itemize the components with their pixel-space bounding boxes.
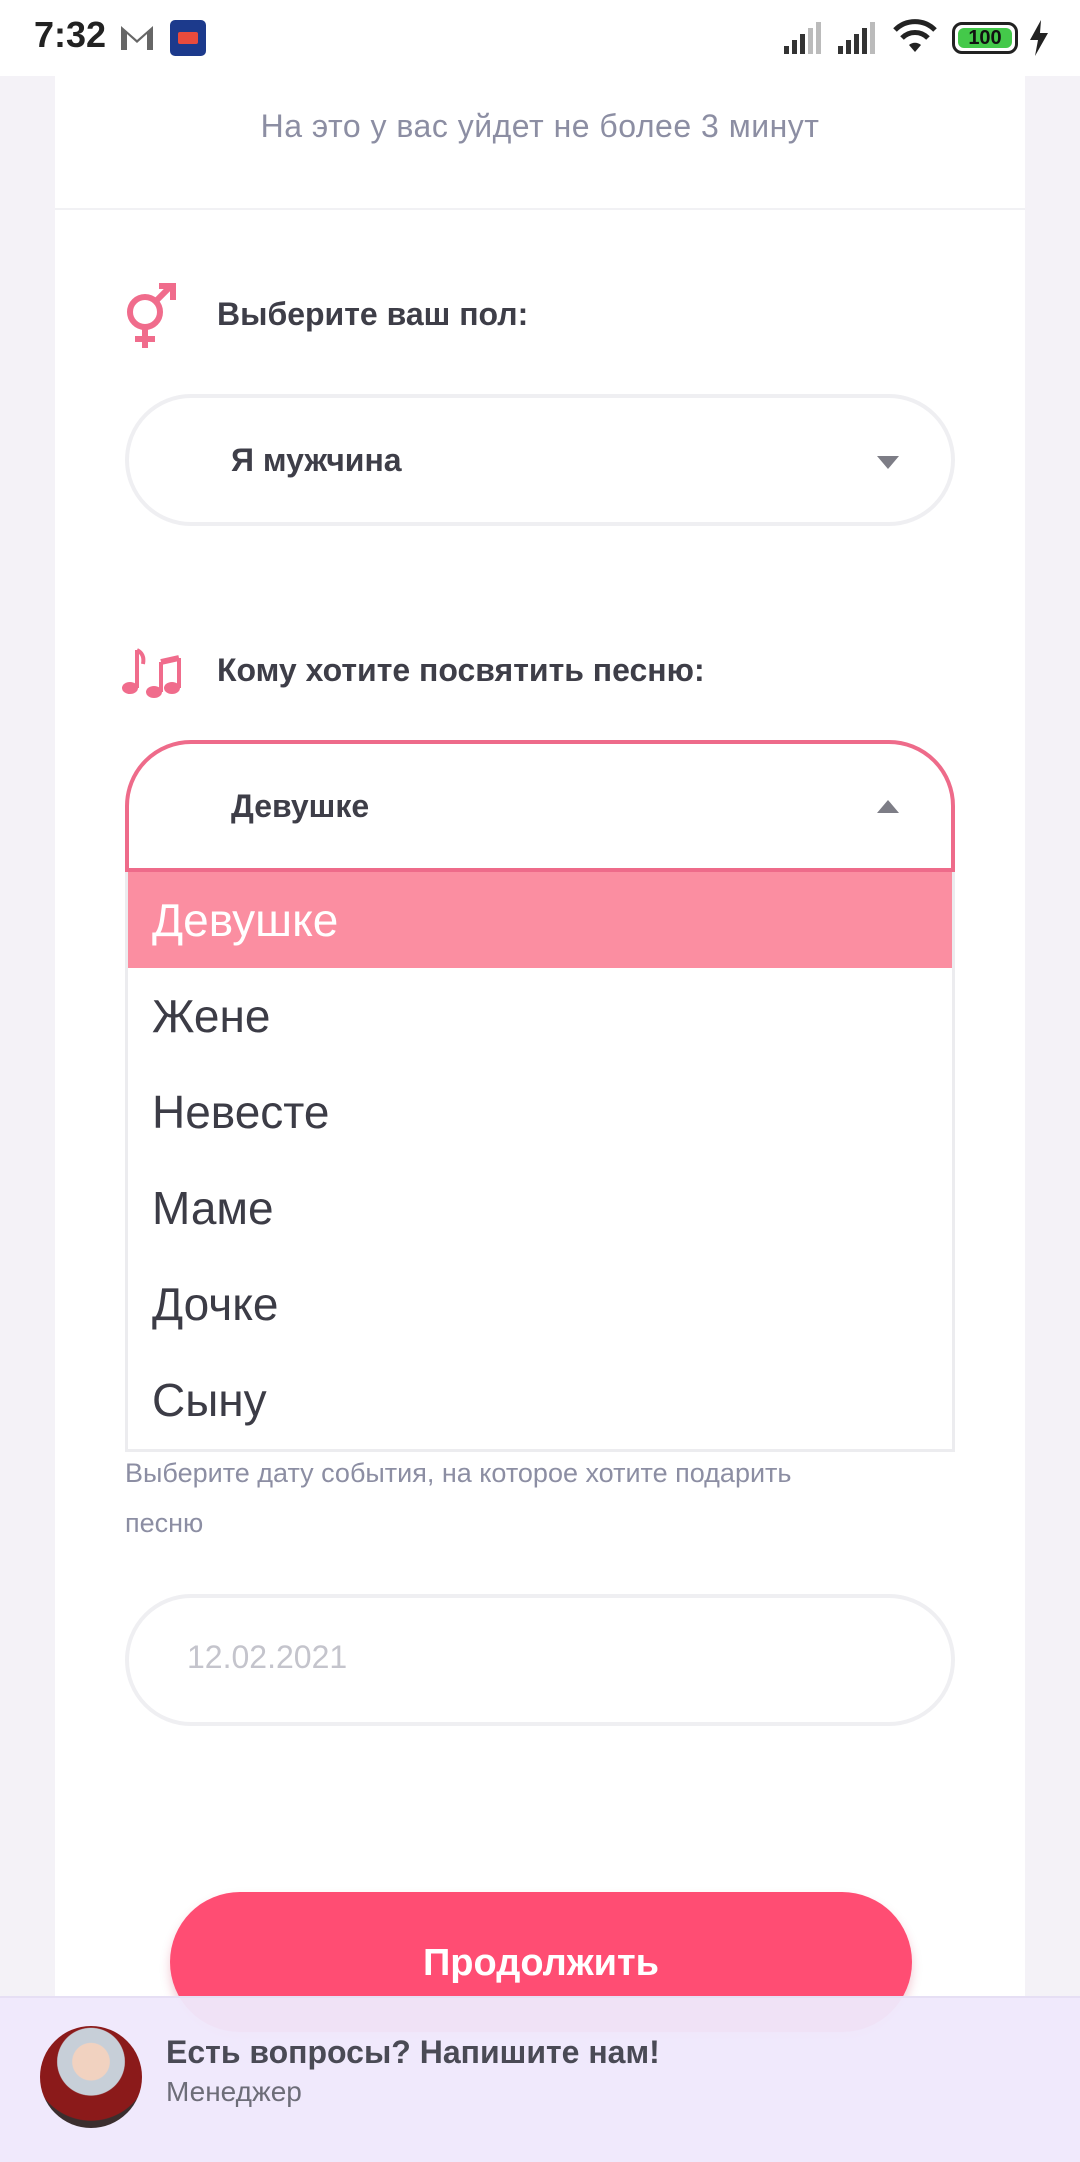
avatar <box>40 2026 142 2128</box>
recipient-select[interactable]: Девушке <box>125 740 955 872</box>
dropdown-option[interactable]: Жене <box>128 968 952 1064</box>
status-bar: 7:32 100 <box>0 0 1080 76</box>
charging-bolt-icon <box>1030 20 1048 56</box>
chevron-down-icon <box>877 456 899 469</box>
signal-icon <box>784 22 821 54</box>
recipient-dropdown-list: Девушке Жене Невесте Маме Дочке Сыну <box>125 872 955 1452</box>
dropdown-option[interactable]: Сыну <box>128 1352 952 1448</box>
status-time: 7:32 <box>34 14 107 55</box>
dropdown-option[interactable]: Дочке <box>128 1256 952 1352</box>
recipient-question-label: Кому хотите посвятить песню: <box>217 652 705 688</box>
divider <box>55 208 1025 210</box>
form-card: На это у вас уйдет не более 3 минут Выбе… <box>55 76 1025 2160</box>
signal-icon <box>838 22 875 54</box>
form-subtitle: На это у вас уйдет не более 3 минут <box>260 108 820 144</box>
background-pattern-left <box>0 76 55 2160</box>
recipient-select-value: Девушке <box>231 788 370 824</box>
music-notes-icon <box>122 648 181 698</box>
gender-select-value: Я мужчина <box>231 442 402 478</box>
date-hint: Выберите дату события, на которое хотите… <box>125 1458 792 1538</box>
chat-widget[interactable]: Есть вопросы? Напишите нам! Менеджер <box>0 1996 1080 2162</box>
gender-icon <box>127 283 176 348</box>
date-input[interactable] <box>185 1638 789 1677</box>
background-pattern-right <box>1025 76 1080 2160</box>
dropdown-option[interactable]: Невесте <box>128 1064 952 1160</box>
chevron-up-icon <box>877 800 899 813</box>
gender-select[interactable]: Я мужчина <box>125 394 955 526</box>
date-field[interactable] <box>125 1594 955 1726</box>
chat-title: Есть вопросы? Напишите нам! <box>166 2034 660 2070</box>
gender-question-label: Выберите ваш пол: <box>217 296 529 332</box>
dropdown-option[interactable]: Маме <box>128 1160 952 1256</box>
app-notification-icon <box>170 20 206 56</box>
battery-icon: 100 <box>952 22 1018 54</box>
wifi-icon <box>893 19 937 52</box>
chat-subtitle: Менеджер <box>166 2076 302 2107</box>
dropdown-option[interactable]: Девушке <box>128 872 952 968</box>
gmail-icon <box>121 26 153 50</box>
